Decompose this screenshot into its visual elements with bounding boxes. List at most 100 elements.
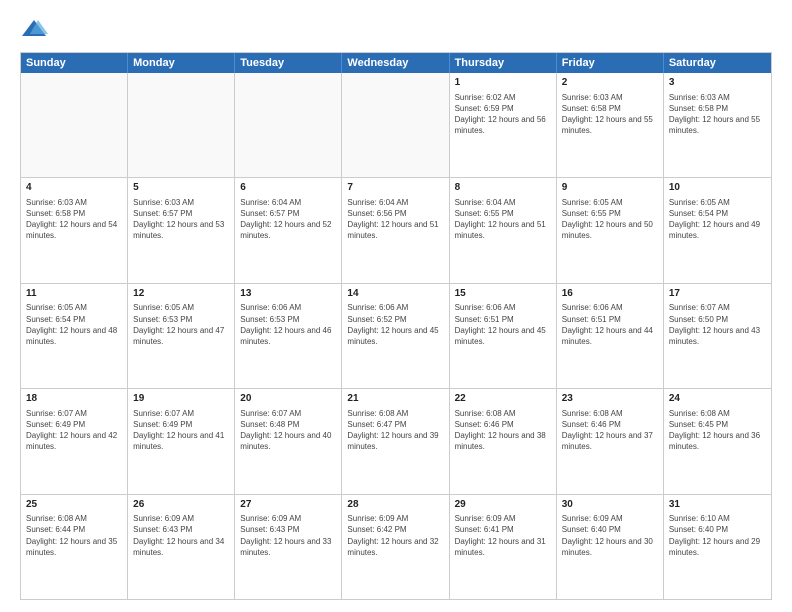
cal-cell-empty-0 xyxy=(21,73,128,177)
cal-cell-2: 2 Sunrise: 6:03 AMSunset: 6:58 PMDaylight… xyxy=(557,73,664,177)
cal-row-4: 18 Sunrise: 6:07 AMSunset: 6:49 PMDayligh… xyxy=(21,389,771,494)
cell-info: Sunrise: 6:04 AMSunset: 6:57 PMDaylight:… xyxy=(240,197,336,242)
cell-info: Sunrise: 6:09 AMSunset: 6:40 PMDaylight:… xyxy=(562,513,658,558)
cell-info: Sunrise: 6:07 AMSunset: 6:49 PMDaylight:… xyxy=(26,408,122,453)
cal-cell-7: 7 Sunrise: 6:04 AMSunset: 6:56 PMDaylight… xyxy=(342,178,449,282)
cal-cell-empty-3 xyxy=(342,73,449,177)
cell-info: Sunrise: 6:07 AMSunset: 6:50 PMDaylight:… xyxy=(669,302,766,347)
cal-cell-29: 29Sunrise: 6:09 AMSunset: 6:41 PMDayligh… xyxy=(450,495,557,599)
cal-cell-15: 15Sunrise: 6:06 AMSunset: 6:51 PMDayligh… xyxy=(450,284,557,388)
day-number: 27 xyxy=(240,498,336,512)
cell-info: Sunrise: 6:06 AMSunset: 6:53 PMDaylight:… xyxy=(240,302,336,347)
cell-info: Sunrise: 6:09 AMSunset: 6:43 PMDaylight:… xyxy=(240,513,336,558)
day-number: 17 xyxy=(669,287,766,301)
day-number: 26 xyxy=(133,498,229,512)
page: SundayMondayTuesdayWednesdayThursdayFrid… xyxy=(0,0,792,612)
cal-row-3: 11Sunrise: 6:05 AMSunset: 6:54 PMDayligh… xyxy=(21,284,771,389)
cell-info: Sunrise: 6:05 AMSunset: 6:53 PMDaylight:… xyxy=(133,302,229,347)
logo-icon xyxy=(20,16,48,44)
day-number: 13 xyxy=(240,287,336,301)
cell-info: Sunrise: 6:06 AMSunset: 6:51 PMDaylight:… xyxy=(455,302,551,347)
cal-cell-26: 26Sunrise: 6:09 AMSunset: 6:43 PMDayligh… xyxy=(128,495,235,599)
cal-cell-30: 30Sunrise: 6:09 AMSunset: 6:40 PMDayligh… xyxy=(557,495,664,599)
cal-cell-24: 24 Sunrise: 6:08 AMSunset: 6:45 PMDayligh… xyxy=(664,389,771,493)
calendar-body: 1 Sunrise: 6:02 AMSunset: 6:59 PMDaylight… xyxy=(21,73,771,599)
cell-info: Sunrise: 6:05 AMSunset: 6:55 PMDaylight:… xyxy=(562,197,658,242)
day-number: 31 xyxy=(669,498,766,512)
cell-info: Sunrise: 6:03 AMSunset: 6:58 PMDaylight:… xyxy=(26,197,122,242)
cell-info: Sunrise: 6:03 AMSunset: 6:58 PMDaylight:… xyxy=(669,92,766,137)
cell-info: Sunrise: 6:04 AMSunset: 6:56 PMDaylight:… xyxy=(347,197,443,242)
cal-row-1: 1 Sunrise: 6:02 AMSunset: 6:59 PMDaylight… xyxy=(21,73,771,178)
logo xyxy=(20,16,52,44)
cal-cell-31: 31Sunrise: 6:10 AMSunset: 6:40 PMDayligh… xyxy=(664,495,771,599)
day-number: 2 xyxy=(562,76,658,90)
day-number: 30 xyxy=(562,498,658,512)
cal-cell-empty-2 xyxy=(235,73,342,177)
day-number: 8 xyxy=(455,181,551,195)
day-number: 12 xyxy=(133,287,229,301)
cell-info: Sunrise: 6:09 AMSunset: 6:41 PMDaylight:… xyxy=(455,513,551,558)
cal-cell-4: 4 Sunrise: 6:03 AMSunset: 6:58 PMDaylight… xyxy=(21,178,128,282)
cal-cell-17: 17Sunrise: 6:07 AMSunset: 6:50 PMDayligh… xyxy=(664,284,771,388)
day-number: 3 xyxy=(669,76,766,90)
day-number: 4 xyxy=(26,181,122,195)
day-number: 5 xyxy=(133,181,229,195)
cal-cell-23: 23 Sunrise: 6:08 AMSunset: 6:46 PMDayligh… xyxy=(557,389,664,493)
cal-cell-3: 3 Sunrise: 6:03 AMSunset: 6:58 PMDaylight… xyxy=(664,73,771,177)
cal-header-saturday: Saturday xyxy=(664,53,771,73)
cal-header-monday: Monday xyxy=(128,53,235,73)
cell-info: Sunrise: 6:08 AMSunset: 6:47 PMDaylight:… xyxy=(347,408,443,453)
day-number: 1 xyxy=(455,76,551,90)
cell-info: Sunrise: 6:06 AMSunset: 6:51 PMDaylight:… xyxy=(562,302,658,347)
cell-info: Sunrise: 6:03 AMSunset: 6:57 PMDaylight:… xyxy=(133,197,229,242)
cal-cell-12: 12Sunrise: 6:05 AMSunset: 6:53 PMDayligh… xyxy=(128,284,235,388)
cal-cell-19: 19Sunrise: 6:07 AMSunset: 6:49 PMDayligh… xyxy=(128,389,235,493)
cal-header-wednesday: Wednesday xyxy=(342,53,449,73)
cal-header-sunday: Sunday xyxy=(21,53,128,73)
day-number: 24 xyxy=(669,392,766,406)
cal-cell-13: 13Sunrise: 6:06 AMSunset: 6:53 PMDayligh… xyxy=(235,284,342,388)
cell-info: Sunrise: 6:08 AMSunset: 6:45 PMDaylight:… xyxy=(669,408,766,453)
cell-info: Sunrise: 6:08 AMSunset: 6:46 PMDaylight:… xyxy=(455,408,551,453)
day-number: 25 xyxy=(26,498,122,512)
cell-info: Sunrise: 6:06 AMSunset: 6:52 PMDaylight:… xyxy=(347,302,443,347)
day-number: 15 xyxy=(455,287,551,301)
cell-info: Sunrise: 6:10 AMSunset: 6:40 PMDaylight:… xyxy=(669,513,766,558)
cell-info: Sunrise: 6:07 AMSunset: 6:49 PMDaylight:… xyxy=(133,408,229,453)
cal-header-friday: Friday xyxy=(557,53,664,73)
cal-cell-10: 10 Sunrise: 6:05 AMSunset: 6:54 PMDayligh… xyxy=(664,178,771,282)
cal-header-tuesday: Tuesday xyxy=(235,53,342,73)
cal-cell-21: 21 Sunrise: 6:08 AMSunset: 6:47 PMDayligh… xyxy=(342,389,449,493)
cal-cell-8: 8 Sunrise: 6:04 AMSunset: 6:55 PMDaylight… xyxy=(450,178,557,282)
cal-cell-11: 11Sunrise: 6:05 AMSunset: 6:54 PMDayligh… xyxy=(21,284,128,388)
cal-cell-5: 5 Sunrise: 6:03 AMSunset: 6:57 PMDaylight… xyxy=(128,178,235,282)
cal-cell-6: 6Sunrise: 6:04 AMSunset: 6:57 PMDaylight… xyxy=(235,178,342,282)
cal-cell-28: 28Sunrise: 6:09 AMSunset: 6:42 PMDayligh… xyxy=(342,495,449,599)
cell-info: Sunrise: 6:09 AMSunset: 6:43 PMDaylight:… xyxy=(133,513,229,558)
day-number: 18 xyxy=(26,392,122,406)
cal-cell-25: 25Sunrise: 6:08 AMSunset: 6:44 PMDayligh… xyxy=(21,495,128,599)
cell-info: Sunrise: 6:09 AMSunset: 6:42 PMDaylight:… xyxy=(347,513,443,558)
cell-info: Sunrise: 6:05 AMSunset: 6:54 PMDaylight:… xyxy=(669,197,766,242)
day-number: 10 xyxy=(669,181,766,195)
day-number: 22 xyxy=(455,392,551,406)
cell-info: Sunrise: 6:05 AMSunset: 6:54 PMDaylight:… xyxy=(26,302,122,347)
cell-info: Sunrise: 6:03 AMSunset: 6:58 PMDaylight:… xyxy=(562,92,658,137)
day-number: 21 xyxy=(347,392,443,406)
cal-cell-16: 16Sunrise: 6:06 AMSunset: 6:51 PMDayligh… xyxy=(557,284,664,388)
cal-cell-20: 20Sunrise: 6:07 AMSunset: 6:48 PMDayligh… xyxy=(235,389,342,493)
cal-cell-9: 9Sunrise: 6:05 AMSunset: 6:55 PMDaylight… xyxy=(557,178,664,282)
cell-info: Sunrise: 6:08 AMSunset: 6:44 PMDaylight:… xyxy=(26,513,122,558)
cal-row-2: 4 Sunrise: 6:03 AMSunset: 6:58 PMDaylight… xyxy=(21,178,771,283)
cell-info: Sunrise: 6:08 AMSunset: 6:46 PMDaylight:… xyxy=(562,408,658,453)
cal-header-thursday: Thursday xyxy=(450,53,557,73)
cal-cell-empty-1 xyxy=(128,73,235,177)
cal-cell-27: 27Sunrise: 6:09 AMSunset: 6:43 PMDayligh… xyxy=(235,495,342,599)
cell-info: Sunrise: 6:02 AMSunset: 6:59 PMDaylight:… xyxy=(455,92,551,137)
cell-info: Sunrise: 6:07 AMSunset: 6:48 PMDaylight:… xyxy=(240,408,336,453)
day-number: 7 xyxy=(347,181,443,195)
cell-info: Sunrise: 6:04 AMSunset: 6:55 PMDaylight:… xyxy=(455,197,551,242)
cal-cell-18: 18 Sunrise: 6:07 AMSunset: 6:49 PMDayligh… xyxy=(21,389,128,493)
day-number: 23 xyxy=(562,392,658,406)
